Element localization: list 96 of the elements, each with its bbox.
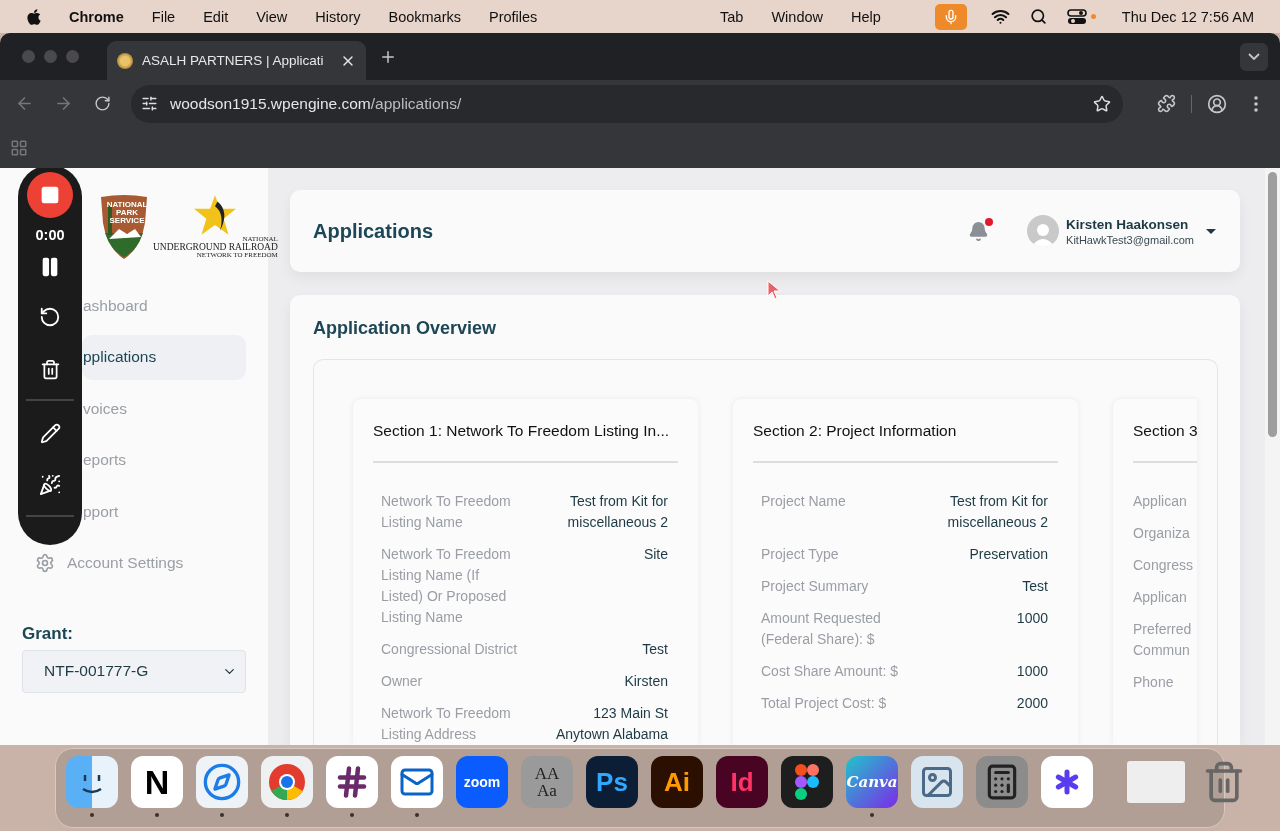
dock-app-button[interactable]	[976, 756, 1028, 808]
field-value: Preservation	[968, 545, 1048, 564]
menu-app-name[interactable]: Chrome	[55, 8, 138, 25]
dock-app-button[interactable]	[66, 756, 118, 808]
field-value: 2000	[1015, 694, 1048, 713]
user-name: Kirsten Haakonsen	[1066, 216, 1190, 232]
dock-app-button[interactable]: Canva	[846, 756, 898, 808]
site-settings-icon[interactable]	[141, 95, 158, 112]
puzzle-icon	[1156, 94, 1176, 113]
field-label: Project Type	[761, 545, 840, 564]
dock-app-button[interactable]: zoom	[456, 756, 508, 808]
apple-logo-icon[interactable]	[25, 7, 43, 26]
caret-icon[interactable]	[1206, 228, 1216, 234]
page-title: Applications	[313, 219, 434, 243]
chevron-down-icon	[1248, 53, 1260, 60]
dock-app-button[interactable]	[1041, 756, 1093, 808]
field-label: Network To Freedom Listing Address	[381, 704, 512, 744]
menu-clock[interactable]: Thu Dec 12 7:56 AM	[1107, 8, 1268, 25]
settings-icon	[35, 553, 55, 573]
user-email: KitHawkTest3@gmail.com	[1066, 233, 1194, 246]
wifi-icon[interactable]	[990, 7, 1010, 26]
dock-app-button[interactable]: Ai	[651, 756, 703, 808]
notification-bell-icon[interactable]	[968, 220, 990, 242]
restart-icon	[39, 306, 61, 328]
scrollbar-thumb[interactable]	[1268, 172, 1277, 437]
section-title: Section 1: Network To Freedom Listing In...	[373, 421, 671, 441]
field-label: Applican	[1133, 492, 1188, 511]
field-label: Cost Share Amount: $	[761, 662, 899, 681]
browser-tab[interactable]: ASALH PARTNERS | Applicati	[107, 41, 366, 80]
field-label: Congress	[1133, 556, 1194, 575]
toggles-icon[interactable]	[1066, 8, 1087, 25]
menu-item[interactable]: Bookmarks	[374, 8, 475, 25]
menu-item[interactable]: Edit	[189, 8, 243, 25]
shapes-icon	[795, 764, 819, 800]
section-title: Section 3	[1133, 421, 1197, 441]
field-value: Test from Kit for miscellaneous 2	[566, 492, 668, 532]
field-value: Test from Kit for miscellaneous 2	[946, 492, 1048, 532]
field-value: Site	[642, 545, 668, 564]
favicon	[117, 52, 133, 69]
menu-item[interactable]: History	[301, 8, 375, 25]
vertical-dots-icon	[1254, 95, 1258, 112]
recording-timer: 0:00	[35, 227, 65, 243]
field-value: 1000	[1015, 662, 1048, 681]
dock-app-button[interactable]: AA Aa	[521, 756, 573, 808]
picture-icon	[919, 764, 955, 800]
dock-app-button[interactable]	[391, 756, 443, 808]
dock-app-button[interactable]: Id	[716, 756, 768, 808]
reload-icon	[93, 95, 111, 112]
field-value: Test	[1021, 577, 1048, 596]
field-label: Network To Freedom Listing Name	[381, 492, 512, 532]
window-thumbnail[interactable]	[1127, 761, 1185, 803]
party-popper-icon	[39, 474, 61, 496]
stop-button[interactable]	[27, 172, 73, 218]
grant-select[interactable]: NTF-001777-G	[22, 649, 246, 693]
dock-app-button[interactable]	[781, 756, 833, 808]
section-heading: Application Overview	[313, 318, 498, 339]
user-circle-icon	[1207, 93, 1227, 114]
menu-item[interactable]: Tab	[706, 8, 758, 25]
menu-item[interactable]: Profiles	[475, 8, 552, 25]
menu-item[interactable]: File	[137, 8, 190, 25]
field-label: Applican	[1133, 588, 1188, 607]
field-label: Preferred Commun	[1133, 620, 1193, 660]
field-label: Phone	[1133, 673, 1175, 692]
tricolor-circle-icon	[267, 762, 307, 802]
compass-icon	[202, 762, 242, 802]
field-value: 1000	[1015, 609, 1048, 628]
dock-app-button[interactable]: N	[131, 756, 183, 808]
field-label: Congressional District	[381, 640, 519, 659]
field-label: Organiza	[1133, 524, 1191, 543]
field-label: Owner	[381, 672, 424, 691]
search-icon[interactable]	[1029, 8, 1047, 25]
address-bar[interactable]: woodson1915.wpengine.com/applications/	[131, 84, 1123, 123]
field-label: Network To Freedom Listing Name (If Listed) Or Proposed Listing Name	[381, 545, 512, 627]
field-label: Project Name	[761, 492, 847, 511]
menu-item[interactable]: Help	[837, 8, 895, 25]
apps-grid-icon[interactable]	[10, 138, 28, 157]
dock-app-button[interactable]	[911, 756, 963, 808]
dock-app-button[interactable]: Ps	[586, 756, 638, 808]
field-value: 123 Main St Anytown Alabama	[554, 704, 668, 744]
field-label: Total Project Cost: $	[761, 694, 888, 713]
field-value: Kirsten	[623, 672, 668, 691]
stop-square-icon	[40, 185, 60, 205]
pencil-icon	[39, 422, 61, 444]
bookmark-star-icon[interactable]	[1093, 94, 1111, 113]
grant-label: Grant:	[22, 623, 74, 644]
section-title: Section 2: Project Information	[753, 421, 958, 441]
nav-item[interactable]: pplications	[82, 334, 246, 380]
menu-item[interactable]: View	[242, 8, 302, 25]
status-dot	[1090, 14, 1096, 19]
tab-list-button[interactable]	[1240, 42, 1268, 71]
field-label: Amount Requested (Federal Share): $	[761, 609, 882, 649]
field-value: Test	[641, 640, 668, 659]
trash-icon	[39, 358, 61, 380]
menu-item[interactable]: Window	[757, 8, 837, 25]
field-label: Project Summary	[761, 577, 870, 596]
dock-app-button[interactable]	[326, 756, 378, 808]
